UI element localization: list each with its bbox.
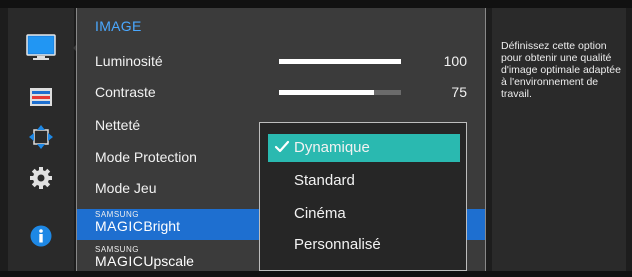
- sidebar-item-system[interactable]: [8, 160, 74, 196]
- sidebar-item-information[interactable]: [8, 218, 74, 254]
- picture-settings-icon: [30, 88, 52, 106]
- option-label: Standard: [294, 172, 355, 189]
- resize-arrows-icon: [29, 125, 53, 149]
- menu-item-contrast[interactable]: Contraste 75: [77, 77, 485, 108]
- contrast-value: 75: [451, 84, 467, 100]
- menu-item-label: Mode Jeu: [95, 180, 157, 196]
- frame-bottom-border: [0, 271, 632, 277]
- option-personnalise[interactable]: Personnalisé: [268, 231, 460, 259]
- slider-fill: [279, 90, 375, 95]
- menu-item-label: Bright: [143, 218, 180, 234]
- option-label: Personnalisé: [294, 236, 381, 253]
- brightness-slider[interactable]: [279, 59, 401, 64]
- menu-item-label: Mode Protection: [95, 149, 197, 165]
- sidebar-item-screen-adjust[interactable]: [8, 79, 74, 115]
- sidebar-item-size-position[interactable]: [8, 119, 74, 155]
- monitor-icon: [26, 34, 56, 60]
- magic-brand-text: MAGIC: [95, 253, 144, 269]
- info-icon: [30, 225, 52, 247]
- menu-item-label: Netteté: [95, 117, 141, 133]
- menu-item-brightness[interactable]: Luminosité 100: [77, 46, 485, 77]
- sidebar: [8, 8, 82, 271]
- magic-bright-dropdown: Dynamique Standard Cinéma Personnalisé: [259, 122, 467, 271]
- menu-item-label: Upscale: [143, 253, 194, 269]
- magic-upscale-label: SAMSUNG MAGICUpscale: [95, 246, 194, 270]
- option-standard[interactable]: Standard: [268, 167, 460, 195]
- gear-icon: [30, 167, 52, 189]
- menu-title: IMAGE: [95, 18, 142, 34]
- option-label: Cinéma: [294, 205, 346, 222]
- menu-item-label: Luminosité: [95, 53, 163, 69]
- checkmark-icon: [274, 140, 290, 153]
- contrast-slider[interactable]: [279, 90, 401, 95]
- frame-top-border: [0, 0, 632, 8]
- magic-brand-text: MAGIC: [95, 218, 144, 234]
- sidebar-item-picture[interactable]: [8, 30, 82, 66]
- slider-fill: [279, 59, 401, 64]
- option-dynamique[interactable]: Dynamique: [268, 134, 460, 162]
- menu-item-label: Contraste: [95, 84, 156, 100]
- magic-bright-label: SAMSUNG MAGICBright: [95, 211, 180, 235]
- brightness-value: 100: [443, 53, 467, 69]
- option-label: Dynamique: [294, 139, 370, 156]
- help-pane: Définissez cette option pour obtenir une…: [492, 8, 626, 271]
- help-text: Définissez cette option pour obtenir une…: [501, 40, 621, 100]
- option-cinema[interactable]: Cinéma: [268, 200, 460, 228]
